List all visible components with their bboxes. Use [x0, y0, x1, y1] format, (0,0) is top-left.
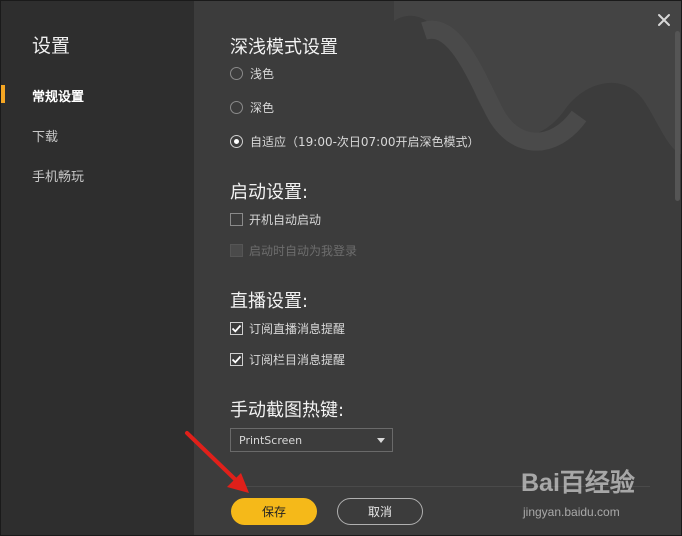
checkbox-live-notify[interactable] — [230, 322, 243, 335]
checkbox-autologin — [230, 244, 243, 257]
sidebar: 设置 常规设置 下载 手机畅玩 — [1, 1, 194, 535]
annotation-arrow-icon — [185, 431, 249, 493]
active-indicator — [1, 85, 5, 103]
live-option-live-notify[interactable]: 订阅直播消息提醒 — [230, 320, 345, 337]
check-icon — [231, 324, 242, 333]
theme-option-dark-label: 深色 — [250, 101, 275, 115]
theme-section-title: 深浅模式设置 — [230, 37, 338, 58]
close-button[interactable] — [655, 11, 673, 29]
cancel-button[interactable]: 取消 — [337, 498, 423, 525]
startup-option-autologin-label: 启动时自动为我登录 — [249, 244, 358, 258]
watermark: Bai百经验 jingyan.baidu.com — [521, 463, 671, 523]
theme-option-auto-label: 自适应（19:00-次日07:00开启深色模式） — [250, 135, 480, 149]
save-button[interactable]: 保存 — [231, 498, 317, 525]
theme-option-auto[interactable]: 自适应（19:00-次日07:00开启深色模式） — [230, 133, 480, 150]
watermark-url: jingyan.baidu.com — [523, 505, 620, 519]
startup-option-autostart[interactable]: 开机自动启动 — [230, 211, 321, 228]
startup-option-autologin: 启动时自动为我登录 — [230, 242, 357, 259]
scrollbar[interactable] — [675, 31, 680, 201]
sidebar-title: 设置 — [32, 35, 71, 57]
theme-option-light-label: 浅色 — [250, 67, 275, 81]
background-decoration — [394, 1, 681, 155]
theme-option-dark[interactable]: 深色 — [230, 99, 274, 116]
startup-option-autostart-label: 开机自动启动 — [249, 213, 322, 227]
hotkey-section-title: 手动截图热键: — [230, 400, 345, 421]
startup-section-title: 启动设置: — [230, 182, 309, 203]
settings-window: 设置 常规设置 下载 手机畅玩 深浅模式设置 浅色 深色 自适应（19:00-次… — [0, 0, 682, 536]
radio-auto[interactable] — [230, 135, 243, 148]
sidebar-item-general[interactable]: 常规设置 — [32, 86, 84, 105]
radio-light[interactable] — [230, 67, 243, 80]
chevron-down-icon — [377, 438, 385, 443]
live-option-column-notify-label: 订阅栏目消息提醒 — [249, 353, 346, 367]
live-option-live-notify-label: 订阅直播消息提醒 — [249, 322, 346, 336]
checkbox-column-notify[interactable] — [230, 353, 243, 366]
watermark-logo: Bai百经验 — [521, 469, 635, 497]
close-icon — [658, 14, 670, 26]
radio-dark[interactable] — [230, 101, 243, 114]
live-option-column-notify[interactable]: 订阅栏目消息提醒 — [230, 351, 345, 368]
live-section-title: 直播设置: — [230, 291, 309, 312]
checkbox-autostart[interactable] — [230, 213, 243, 226]
settings-panel: 深浅模式设置 浅色 深色 自适应（19:00-次日07:00开启深色模式） 启动… — [194, 1, 681, 535]
sidebar-item-mobile-play[interactable]: 手机畅玩 — [32, 166, 84, 185]
check-icon — [231, 355, 242, 364]
sidebar-item-download[interactable]: 下载 — [32, 126, 58, 145]
theme-option-light[interactable]: 浅色 — [230, 65, 274, 82]
